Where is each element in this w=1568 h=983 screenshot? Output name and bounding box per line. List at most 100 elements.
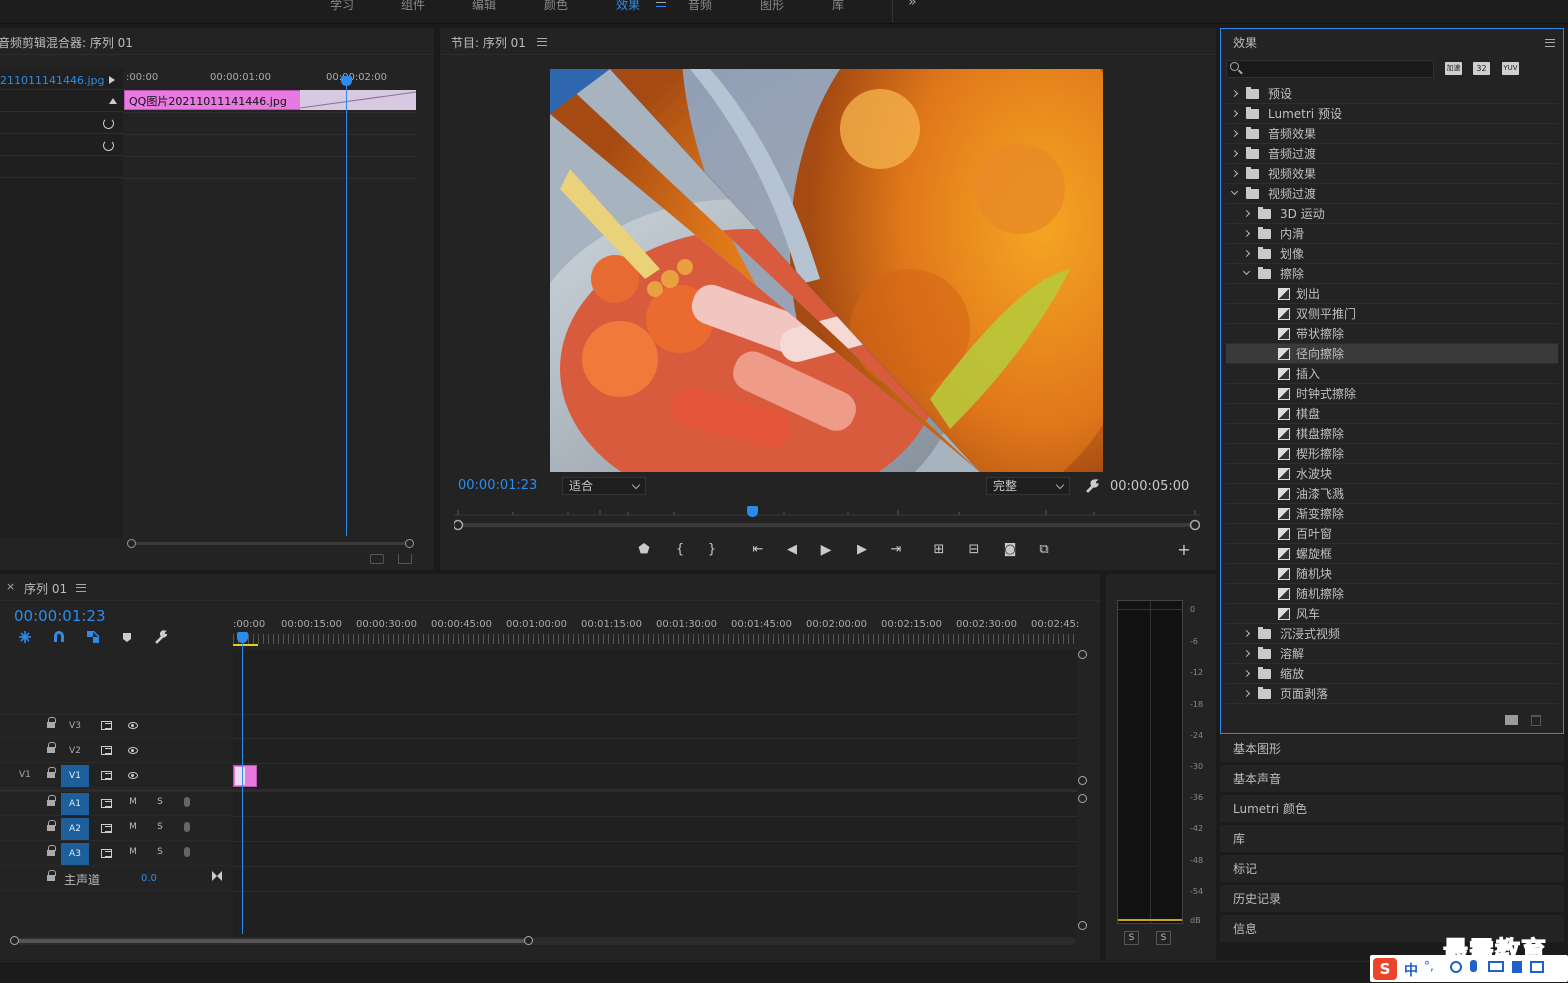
panel-lumetri-color[interactable]: Lumetri 颜色 — [1220, 794, 1564, 822]
scroll-handle-left[interactable] — [10, 936, 19, 945]
effects-tree-item[interactable]: 油漆飞溅 — [1226, 484, 1558, 504]
horizontal-scrollbar[interactable] — [127, 539, 414, 548]
sync-lock-icon[interactable] — [101, 849, 112, 858]
workspace-menu-icon[interactable] — [656, 0, 666, 7]
timeline-clip-v1[interactable] — [233, 765, 257, 787]
lock-icon[interactable] — [47, 767, 56, 779]
chevron-right-icon[interactable] — [1242, 249, 1251, 258]
chevron-right-icon[interactable] — [1242, 209, 1251, 218]
yuv-filter-icon[interactable]: YUV — [1502, 62, 1519, 75]
transition-marker[interactable] — [235, 767, 245, 785]
program-time-ruler[interactable] — [454, 504, 1200, 532]
chevron-right-icon[interactable] — [1242, 229, 1251, 238]
video-frame[interactable] — [550, 69, 1103, 472]
chevron-right-icon[interactable] — [1242, 649, 1251, 658]
solo-right-button[interactable]: S — [1156, 931, 1171, 945]
playhead-handle[interactable] — [341, 76, 352, 86]
effects-tree-item[interactable]: 百叶窗 — [1226, 524, 1558, 544]
panel-markers[interactable]: 标记 — [1220, 854, 1564, 882]
chevron-down-icon[interactable] — [1242, 267, 1251, 276]
lock-icon[interactable] — [47, 845, 56, 857]
lift-icon[interactable]: ⊞ — [929, 541, 949, 559]
new-bin-folder-icon[interactable] — [1505, 715, 1518, 725]
panel-essential-sound[interactable]: 基本声音 — [1220, 764, 1564, 792]
effects-tree-item[interactable]: 预设 — [1226, 84, 1558, 104]
effects-tree-item[interactable]: 音频过渡 — [1226, 144, 1558, 164]
track-label-a2[interactable]: A2 — [61, 818, 89, 840]
mixer-clip-row[interactable]: 211011141446.jpg — [0, 70, 123, 90]
effects-tree-item[interactable]: 划出 — [1226, 284, 1558, 304]
sync-lock-filmstrip-icon[interactable] — [101, 771, 112, 780]
workspace-tab-color[interactable]: 颜色 — [544, 0, 568, 13]
scroll-handle-right[interactable] — [405, 539, 414, 548]
track-label-a3[interactable]: A3 — [61, 843, 89, 865]
chevron-down-icon[interactable] — [1230, 187, 1239, 196]
quality-dropdown[interactable]: 完整 — [986, 477, 1070, 495]
effects-tree-item[interactable]: 双侧平推门 — [1226, 304, 1558, 324]
sequence-tab[interactable]: 序列 01 — [24, 580, 67, 597]
panel-essential-graphics[interactable]: 基本图形 — [1220, 734, 1564, 762]
mute-button[interactable]: M — [127, 822, 139, 832]
effects-tree-item[interactable]: 视频效果 — [1226, 164, 1558, 184]
snap-magnet-icon[interactable] — [52, 630, 66, 644]
effects-tree-item[interactable]: 音频效果 — [1226, 124, 1558, 144]
microphone-icon[interactable] — [184, 822, 190, 832]
step-back-icon[interactable]: ◀ — [782, 541, 802, 559]
panel-menu-icon[interactable] — [537, 38, 547, 46]
sync-lock-filmstrip-icon[interactable] — [101, 746, 112, 755]
chevron-right-icon[interactable] — [1242, 629, 1251, 638]
ime-language-label[interactable]: 中 — [1404, 960, 1418, 980]
workspace-tab-audio[interactable]: 音频 — [688, 0, 712, 13]
ime-punctuation-icon[interactable]: °, — [1424, 959, 1434, 973]
reset-icon[interactable] — [103, 140, 114, 151]
delete-trash-icon[interactable] — [1531, 715, 1541, 726]
sync-lock-icon[interactable] — [101, 824, 112, 833]
track-label-v2[interactable]: V2 — [61, 744, 89, 758]
fit-dropdown[interactable]: 适合 — [562, 477, 646, 495]
solo-button[interactable]: S — [154, 847, 166, 857]
lock-icon[interactable] — [47, 742, 56, 754]
lock-icon[interactable] — [47, 820, 56, 832]
solo-button[interactable]: S — [154, 822, 166, 832]
expand-right-icon[interactable] — [109, 76, 115, 84]
reset-icon[interactable] — [103, 118, 114, 129]
workspace-tab-learn[interactable]: 学习 — [330, 0, 354, 13]
effects-tree-item[interactable]: 径向擦除 — [1226, 344, 1558, 364]
workspace-tab-effects[interactable]: 效果 — [616, 0, 640, 13]
effects-tree-item[interactable]: 时钟式擦除 — [1226, 384, 1558, 404]
microphone-icon[interactable] — [184, 797, 190, 807]
chevron-right-icon[interactable] — [1242, 689, 1251, 698]
32bit-filter-icon[interactable]: 32 — [1473, 62, 1490, 75]
accelerated-effects-filter-icon[interactable]: 加速 — [1445, 62, 1462, 75]
effects-tree-item[interactable]: 渐变擦除 — [1226, 504, 1558, 524]
export-icon[interactable] — [370, 554, 384, 564]
track-area[interactable] — [233, 650, 1077, 940]
mixer-clip-name[interactable]: 211011141446.jpg — [0, 74, 105, 87]
effects-tree-item[interactable]: 随机块 — [1226, 564, 1558, 584]
sync-lock-icon[interactable] — [101, 799, 112, 808]
extract-icon[interactable]: ⊟ — [964, 541, 984, 559]
chevron-right-icon[interactable] — [1230, 109, 1239, 118]
effects-tree-item[interactable]: 风车 — [1226, 604, 1558, 624]
effects-tree-item[interactable]: 插入 — [1226, 364, 1558, 384]
track-label-v3[interactable]: V3 — [61, 719, 89, 733]
eye-icon[interactable] — [128, 722, 138, 729]
v-scroll-handle[interactable] — [1078, 776, 1087, 785]
wrench-icon[interactable] — [1084, 478, 1100, 494]
effects-tree-item[interactable]: 3D 运动 — [1226, 204, 1558, 224]
effects-search-input[interactable] — [1226, 60, 1434, 78]
solo-button[interactable]: S — [154, 797, 166, 807]
more-workspaces-icon[interactable]: » — [908, 0, 917, 10]
ime-emoji-icon[interactable] — [1450, 961, 1462, 973]
timeline-settings-wrench-icon[interactable] — [154, 630, 168, 644]
timeline-horizontal-scrollbar[interactable] — [10, 937, 1076, 945]
export-frame-camera-icon[interactable]: ◙ — [1000, 541, 1020, 559]
source-patch-v1[interactable]: V1 — [19, 770, 31, 780]
button-editor-plus-icon[interactable]: + — [1174, 541, 1194, 559]
lock-icon[interactable] — [47, 717, 56, 729]
ime-toolbar[interactable]: S 中 °, — [1370, 955, 1568, 982]
effects-tree-item[interactable]: 沉浸式视频 — [1226, 624, 1558, 644]
add-marker-icon[interactable] — [122, 632, 132, 643]
v-scroll-handle[interactable] — [1078, 921, 1087, 930]
mixer-timeline[interactable]: :00:00 00:00:01:00 00:00:02:00 QQ图片20211… — [124, 68, 424, 538]
